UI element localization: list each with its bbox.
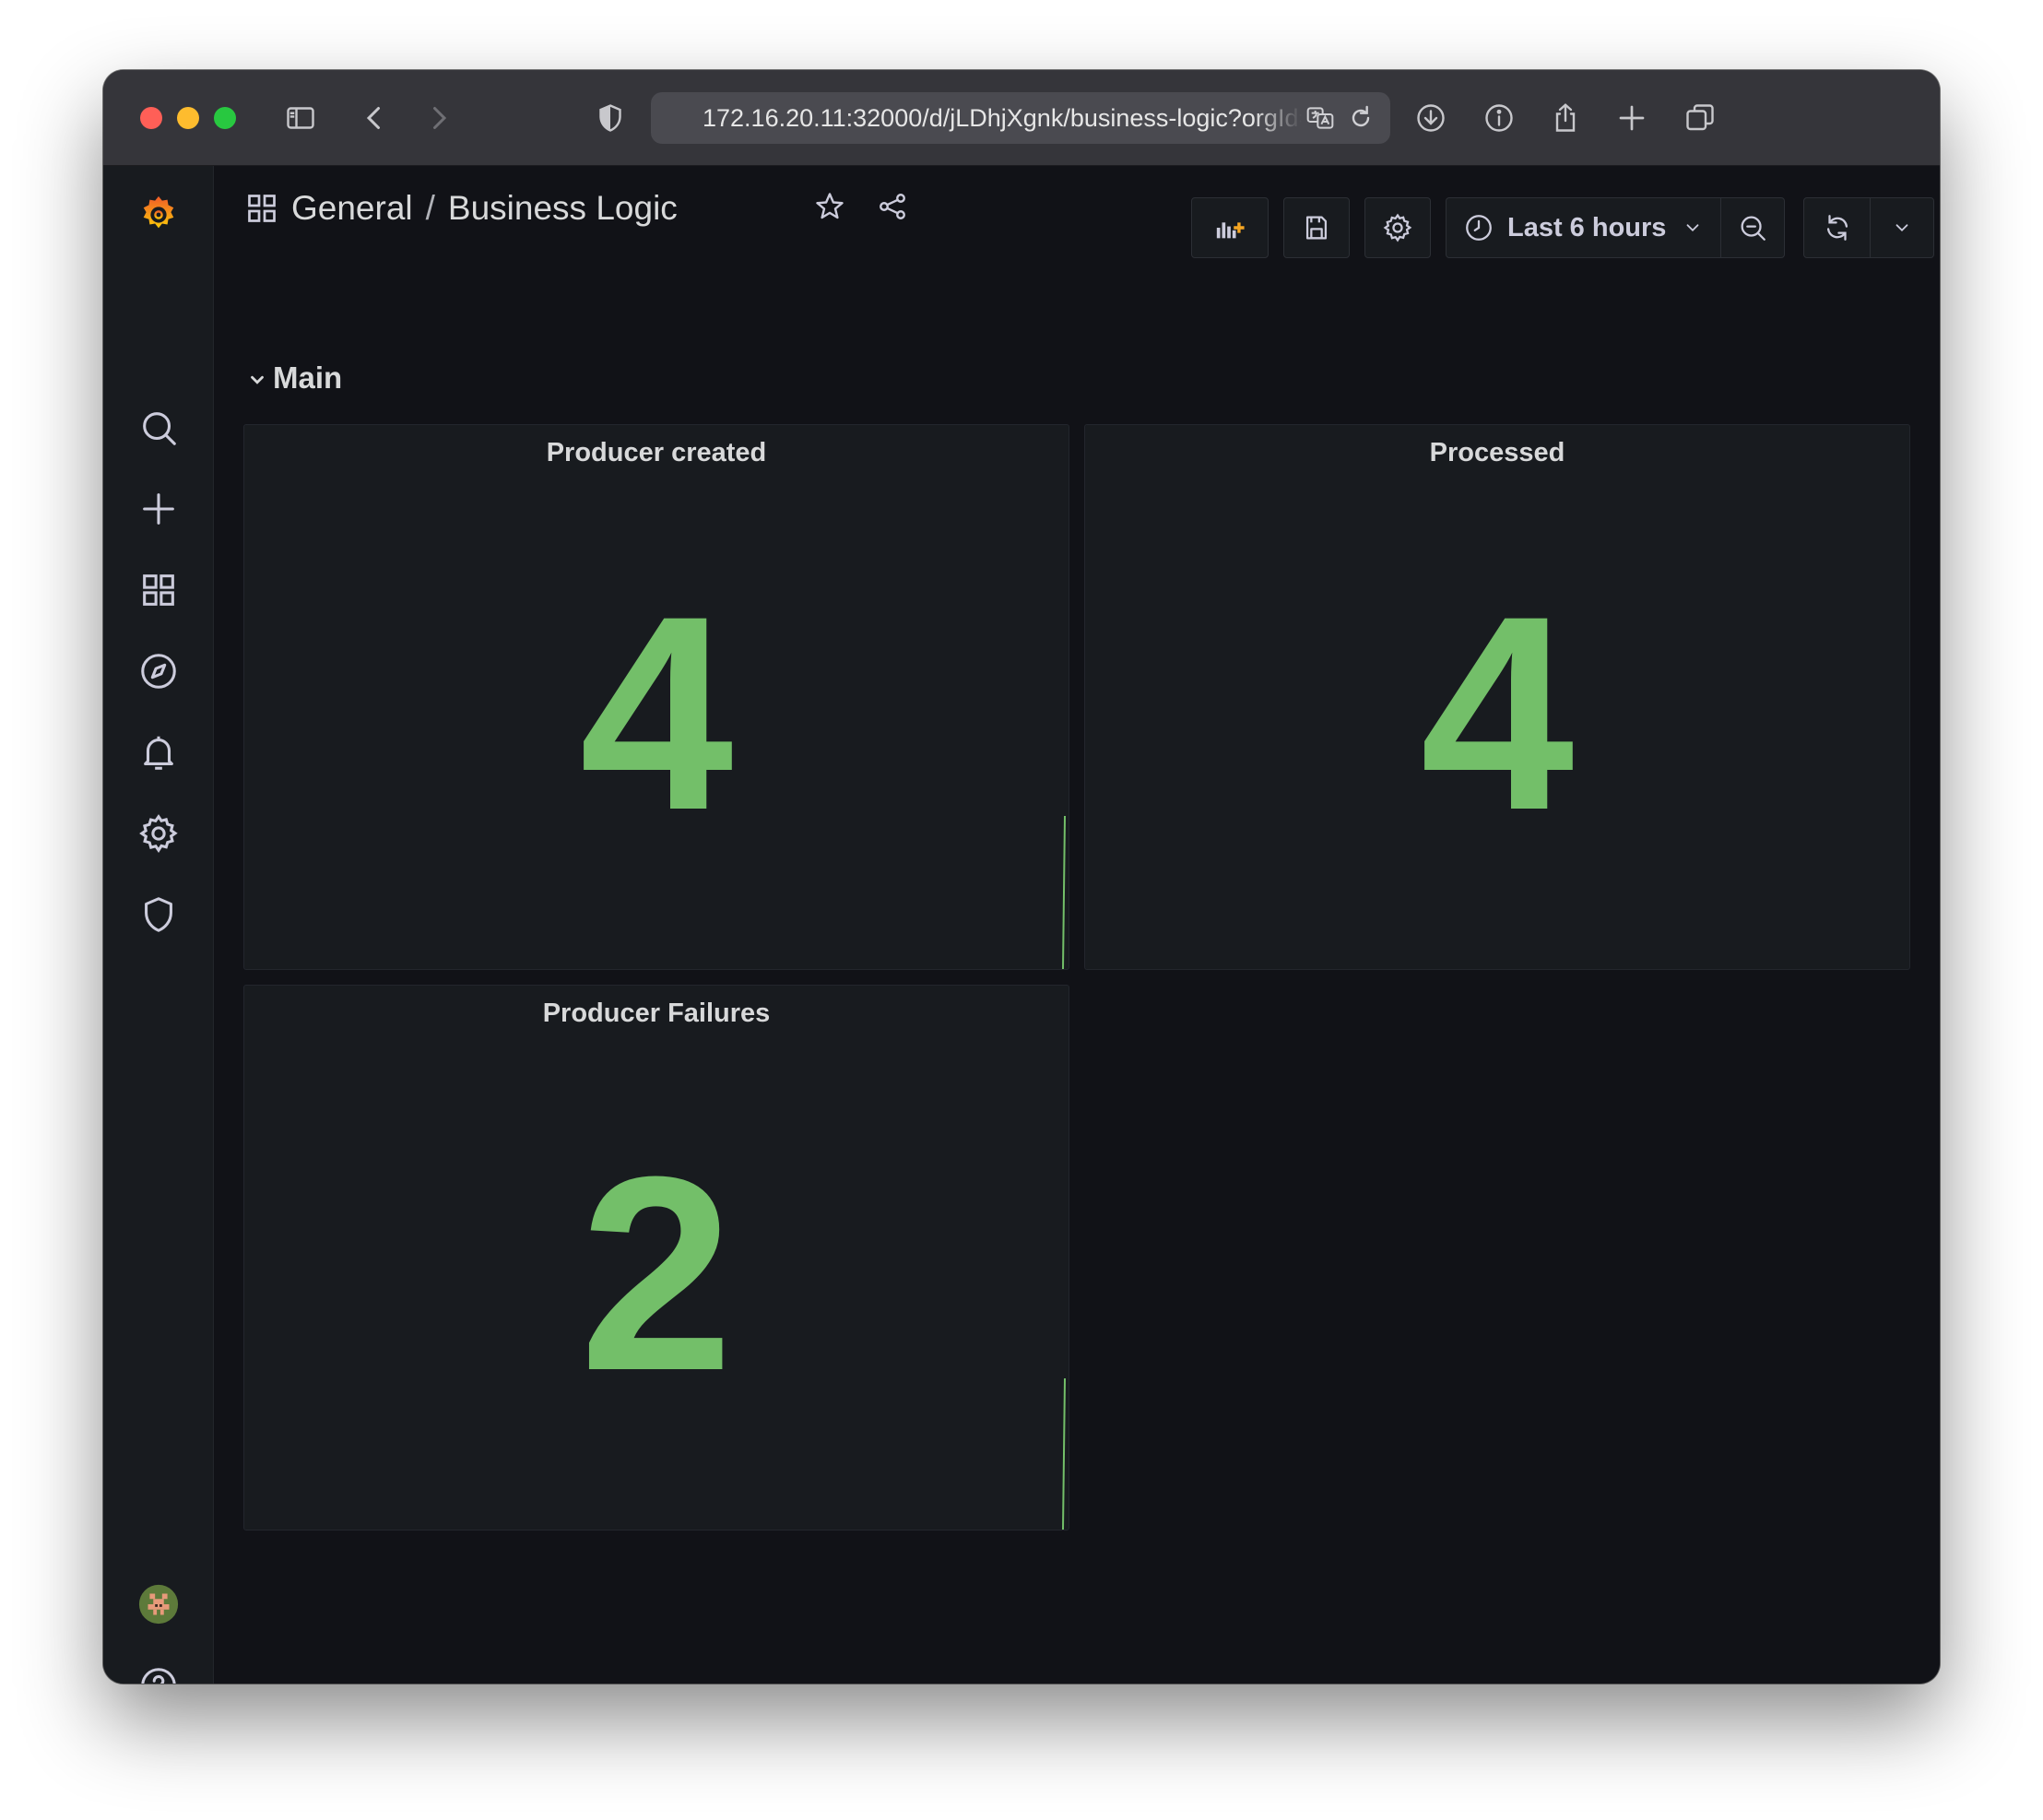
dashboards-icon[interactable] <box>135 566 183 614</box>
sparkline <box>1062 1377 1066 1530</box>
avatar[interactable] <box>135 1580 183 1628</box>
dashboard-grid-icon <box>248 195 276 222</box>
dashboard-main: General / Business Logic Last 6 hours Ma… <box>214 166 1940 1684</box>
dashboard-settings-button[interactable] <box>1364 197 1431 258</box>
share-icon[interactable] <box>1547 100 1584 136</box>
refresh-button[interactable] <box>1803 197 1872 258</box>
search-icon[interactable] <box>135 404 183 452</box>
breadcrumb-separator: / <box>425 189 435 227</box>
browser-window: 172.16.20.11:32000/d/jLDhjXgnk/business-… <box>103 70 1940 1684</box>
browser-toolbar: 172.16.20.11:32000/d/jLDhjXgnk/business-… <box>103 70 1940 166</box>
dashboard-title[interactable]: Business Logic <box>448 189 678 227</box>
address-bar[interactable]: 172.16.20.11:32000/d/jLDhjXgnk/business-… <box>651 92 1390 144</box>
alerting-icon[interactable] <box>135 728 183 776</box>
panel-title: Producer Failures <box>542 999 771 1028</box>
privacy-shield-icon[interactable] <box>592 100 629 136</box>
explore-icon[interactable] <box>135 647 183 695</box>
stat-value: 4 <box>579 558 734 868</box>
grafana-logo-icon[interactable] <box>135 190 183 238</box>
chevron-down-icon <box>1687 224 1699 232</box>
stat-panel-processed[interactable]: Processed 4 <box>1084 424 1910 970</box>
row-title: Main <box>273 360 343 395</box>
dashboard-toolbar: General / Business Logic Last 6 hours <box>214 166 1940 258</box>
shield-icon[interactable] <box>135 891 183 939</box>
info-icon[interactable] <box>1481 100 1517 136</box>
refresh-icon <box>1826 215 1848 241</box>
gear-icon <box>1383 213 1412 242</box>
translate-icon[interactable] <box>1304 101 1337 135</box>
stat-panel-producer-failures[interactable]: Producer Failures 2 <box>243 985 1069 1530</box>
forward-icon[interactable] <box>420 100 457 136</box>
zoom-out-button[interactable] <box>1720 197 1785 258</box>
chevron-down-icon <box>1895 224 1908 232</box>
grafana-sidebar <box>103 166 214 1684</box>
minimize-window-button[interactable] <box>177 107 199 129</box>
configuration-icon[interactable] <box>135 810 183 857</box>
time-range-label: Last 6 hours <box>1507 212 1667 242</box>
share-dashboard-icon[interactable] <box>872 186 913 227</box>
stat-value: 2 <box>579 1118 734 1428</box>
panel-title: Producer created <box>546 438 767 467</box>
help-icon[interactable] <box>135 1661 183 1684</box>
sparkline <box>1062 815 1066 969</box>
save-dashboard-button[interactable] <box>1283 197 1350 258</box>
add-panel-button[interactable] <box>1191 197 1269 258</box>
breadcrumb: General / Business Logic <box>291 186 678 230</box>
new-tab-icon[interactable] <box>1613 100 1650 136</box>
stat-panel-producer-created[interactable]: Producer created 4 <box>243 424 1069 970</box>
reload-icon[interactable] <box>1344 101 1377 135</box>
chevron-down-icon <box>251 376 264 384</box>
clock-icon <box>1466 215 1492 241</box>
close-window-button[interactable] <box>140 107 162 129</box>
refresh-interval-dropdown[interactable] <box>1870 197 1934 258</box>
zoom-window-button[interactable] <box>214 107 236 129</box>
add-panel-icon <box>1216 222 1245 239</box>
sidebar-toggle-icon[interactable] <box>282 100 319 136</box>
star-icon[interactable] <box>809 186 850 227</box>
breadcrumb-folder[interactable]: General <box>291 189 413 227</box>
plus-icon[interactable] <box>135 485 183 533</box>
time-range-picker[interactable]: Last 6 hours <box>1446 197 1722 258</box>
tab-overview-icon[interactable] <box>1682 100 1718 136</box>
save-icon <box>1305 216 1328 240</box>
panel-title: Processed <box>1429 438 1565 467</box>
row-header-main[interactable]: Main <box>247 358 342 398</box>
stat-value: 4 <box>1420 558 1575 868</box>
url-text: 172.16.20.11:32000/d/jLDhjXgnk/business-… <box>703 104 1302 132</box>
back-icon[interactable] <box>356 100 393 136</box>
zoom-out-icon <box>1741 216 1765 241</box>
downloads-icon[interactable] <box>1412 100 1449 136</box>
